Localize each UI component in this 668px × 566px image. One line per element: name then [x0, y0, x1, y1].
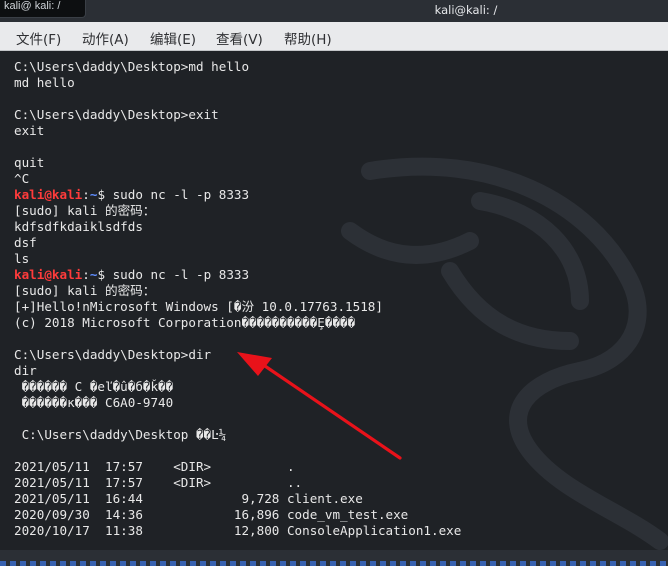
menu-edit[interactable]: 编辑(E): [150, 28, 196, 48]
window-title: kali@kali: /: [434, 3, 498, 17]
menu-view[interactable]: 查看(V): [216, 28, 263, 48]
terminal-line: C:\Users\daddy\Desktop>exit: [14, 107, 219, 122]
prompt-command: $ sudo nc -l -p 8333: [97, 187, 250, 202]
menu-action[interactable]: 动作(A): [82, 28, 129, 48]
taskbar: [0, 550, 668, 566]
terminal-line: ^C: [14, 171, 30, 186]
terminal-line: ls: [14, 251, 30, 266]
terminal-line: [+]Hello!nMicrosoft Windows [�汾 10.0.177…: [14, 299, 383, 314]
prompt-command: $ sudo nc -l -p 8333: [97, 267, 250, 282]
terminal-line: 2020/09/30 14:36 16,896 code_vm_test.exe: [14, 507, 409, 522]
title-bar: kali@ kali: / kali@kali: /: [0, 0, 668, 23]
terminal-line: quit: [14, 155, 45, 170]
prompt-user: kali@kali: [14, 187, 83, 202]
terminal-lines: C:\Users\daddy\Desktop>md hello md hello C…: [14, 59, 668, 539]
terminal-line: kdfsdfkdaiklsdfds: [14, 219, 143, 234]
terminal-line: ������ C �еľ�û�б�ǩ��: [14, 379, 174, 394]
menu-help[interactable]: 帮助(H): [284, 28, 332, 48]
shell-prompt-line: kali@kali:~$ sudo nc -l -p 8333: [14, 187, 668, 203]
terminal-line: exit: [14, 123, 45, 138]
prompt-separator: :: [82, 187, 90, 202]
terminal-line: ������к��� C6A0-9740: [14, 395, 174, 410]
terminal-line: C:\Users\daddy\Desktop>md hello: [14, 59, 250, 74]
prompt-user: kali@kali: [14, 267, 83, 282]
menu-bar: 文件(F) 动作(A) 编辑(E) 查看(V) 帮助(H): [0, 22, 668, 51]
prompt-separator: :: [82, 267, 90, 282]
terminal-line: 2021/05/11 17:57 <DIR> .: [14, 459, 295, 474]
terminal-line: (c) 2018 Microsoft Corporation����������…: [14, 315, 356, 330]
menu-file[interactable]: 文件(F): [16, 28, 61, 48]
terminal-line: [sudo] kali 的密码：: [14, 203, 156, 218]
taskbar-strip: [0, 561, 668, 566]
terminal-line: [sudo] kali 的密码：: [14, 283, 156, 298]
terminal-line: dsf: [14, 235, 37, 250]
terminal-line: 2020/10/17 11:38 12,800 ConsoleApplicati…: [14, 523, 462, 538]
terminal-line: 2021/05/11 17:57 <DIR> ..: [14, 475, 303, 490]
terminal-line: dir: [14, 363, 37, 378]
terminal-line: C:\Users\daddy\Desktop>dir: [14, 347, 212, 362]
terminal-line: md hello: [14, 75, 75, 90]
terminal-line: 2021/05/11 16:44 9,728 client.exe: [14, 491, 363, 506]
shell-prompt-line: kali@kali:~$ sudo nc -l -p 8333: [14, 267, 668, 283]
terminal-output[interactable]: C:\Users\daddy\Desktop>md hello md hello C…: [0, 51, 668, 550]
terminal-line: C:\Users\daddy\Desktop ��Ŀ¼: [14, 427, 227, 442]
